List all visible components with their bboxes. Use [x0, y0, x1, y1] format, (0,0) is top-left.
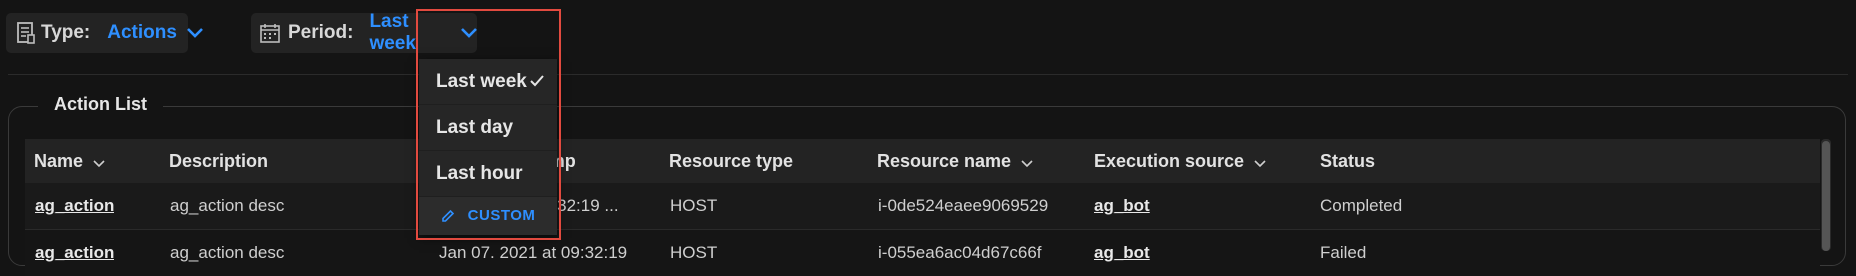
status-text: Failed — [1320, 243, 1367, 262]
column-header-resource-type[interactable]: Resource type — [669, 139, 793, 183]
chevron-down-icon[interactable] — [1254, 140, 1266, 184]
resource-type: HOST — [670, 196, 718, 215]
period-filter[interactable]: Period: Last week — [251, 11, 477, 55]
custom-period-button[interactable]: CUSTOM — [419, 197, 557, 235]
resource-name: i-055ea6ac04d67c66f — [878, 243, 1042, 262]
resource-type: HOST — [670, 243, 718, 262]
action-timestamp: Jan 07. 2021 at 09:32:19 — [439, 243, 628, 262]
table-row[interactable]: ag_action ag_action desc ...7. 2021 at 0… — [25, 183, 1820, 230]
column-header-execution-source[interactable]: Execution source — [1094, 139, 1266, 183]
chevron-down-icon[interactable] — [1021, 140, 1033, 184]
column-header-status[interactable]: Status — [1320, 139, 1375, 183]
type-filter-value[interactable]: Actions — [107, 22, 177, 44]
execution-source-link[interactable]: ag_bot — [1094, 183, 1150, 229]
resource-name: i-0de524eaee9069529 — [878, 196, 1049, 215]
period-filter-value[interactable]: Last week — [369, 11, 447, 55]
action-description: ag_action desc — [170, 196, 285, 215]
type-filter-label: Type: — [41, 22, 91, 43]
action-name-link[interactable]: ag_action — [35, 230, 114, 276]
checkmark-icon — [530, 59, 544, 105]
action-description: ag_action desc — [170, 243, 285, 262]
scrollbar-thumb[interactable] — [1822, 141, 1830, 251]
chevron-down-icon[interactable] — [461, 28, 477, 38]
type-filter[interactable]: Type: Actions — [6, 13, 203, 53]
action-name-link[interactable]: ag_action — [35, 183, 114, 229]
period-option-last-week[interactable]: Last week — [419, 59, 557, 105]
execution-source-link[interactable]: ag_bot — [1094, 230, 1150, 276]
column-header-description[interactable]: Description — [169, 139, 268, 183]
pencil-icon — [441, 209, 455, 223]
section-title: Action List — [38, 94, 163, 115]
column-header-name[interactable]: Name — [34, 139, 105, 183]
chevron-down-icon[interactable] — [187, 28, 203, 38]
period-option-last-hour[interactable]: Last hour — [419, 151, 557, 197]
chevron-down-icon[interactable] — [93, 140, 105, 184]
column-header-resource-name[interactable]: Resource name — [877, 139, 1033, 183]
table-row[interactable]: ag_action ag_action desc Jan 07. 2021 at… — [25, 230, 1820, 276]
period-option-last-day[interactable]: Last day — [419, 105, 557, 151]
period-filter-label: Period: — [288, 22, 354, 43]
calendar-icon — [260, 23, 280, 43]
header-divider — [8, 74, 1848, 75]
report-icon — [16, 22, 36, 44]
period-dropdown-menu: Last week Last day Last hour CUSTOM — [419, 59, 557, 235]
status-text: Completed — [1320, 196, 1403, 215]
table-header: Name Description Timestamp Resource type… — [25, 139, 1820, 183]
